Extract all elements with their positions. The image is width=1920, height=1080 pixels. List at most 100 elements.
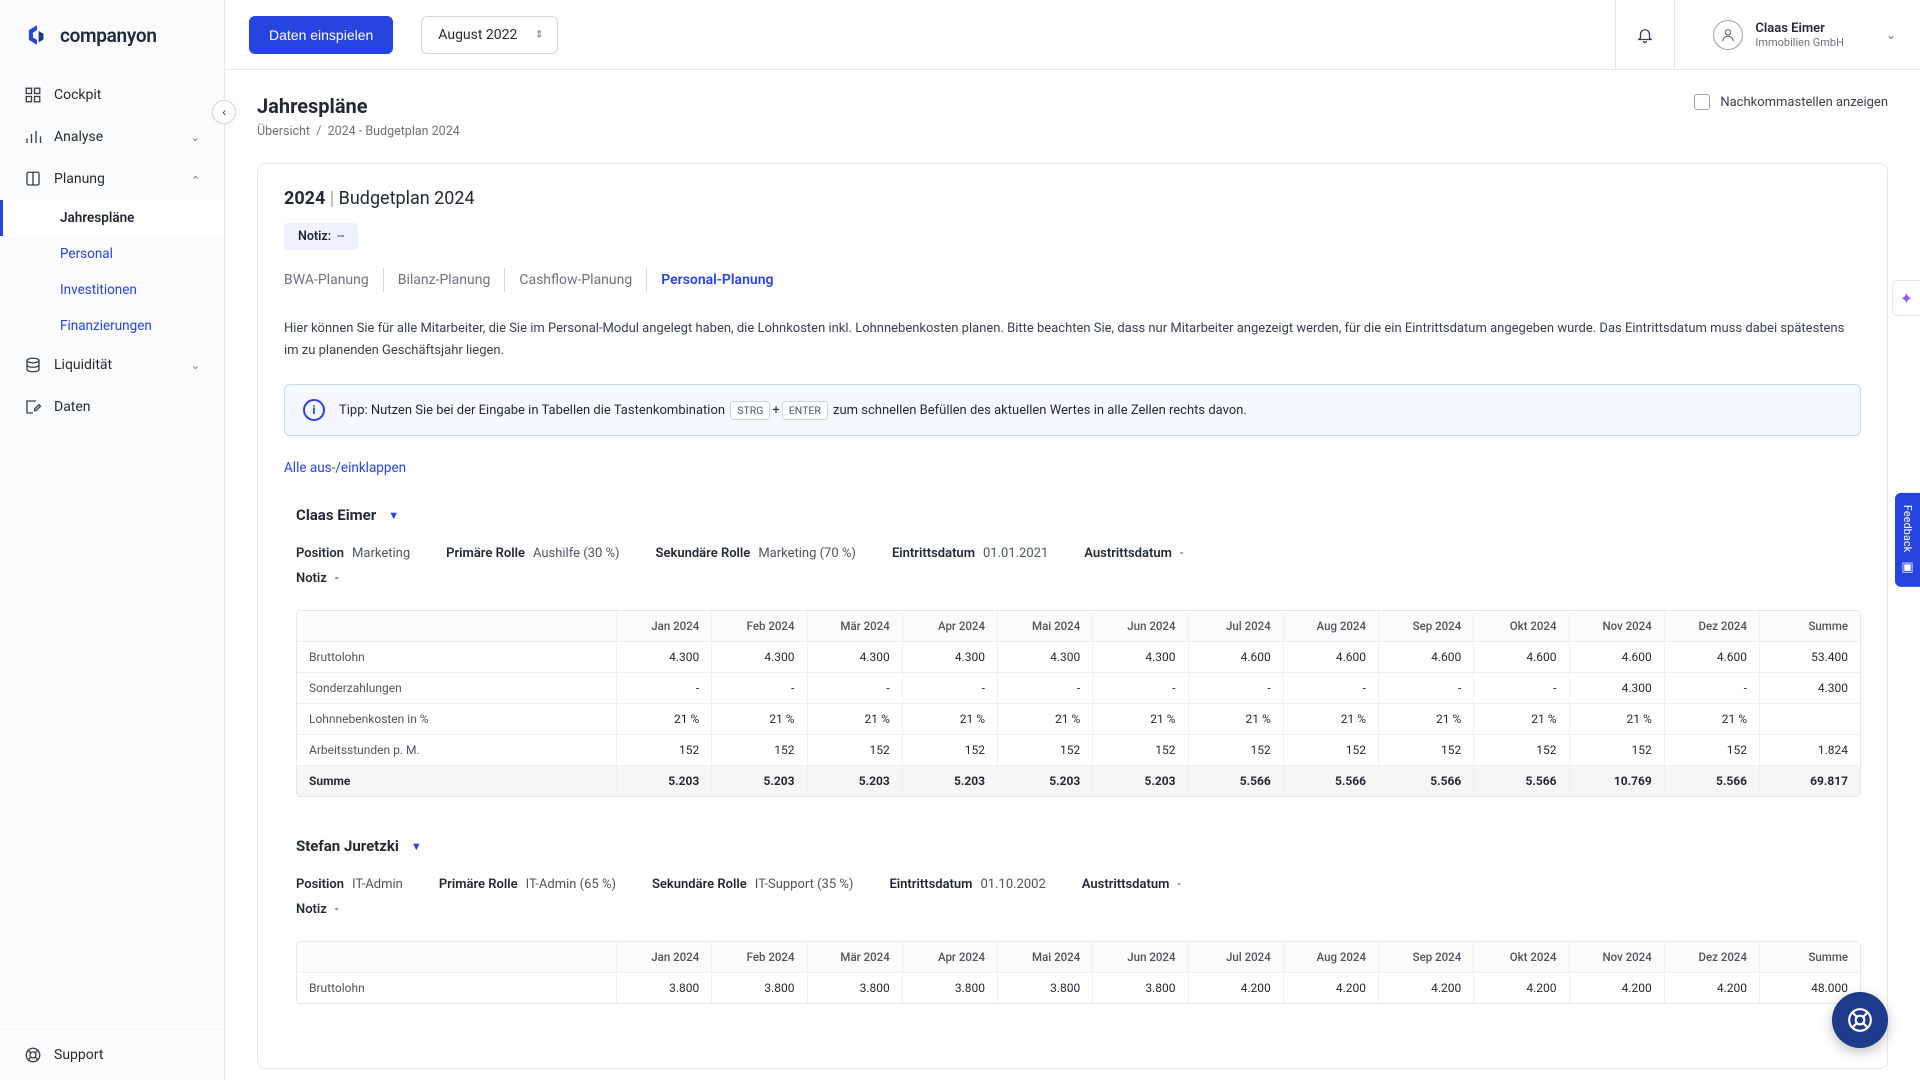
grid-cell[interactable]: 152	[1189, 735, 1284, 765]
grid-cell[interactable]: 4.300	[808, 642, 903, 672]
grid-cell[interactable]: 4.600	[1474, 642, 1569, 672]
tab-personal[interactable]: Personal-Planung	[647, 268, 787, 292]
import-data-button[interactable]: Daten einspielen	[249, 16, 393, 54]
nav-personal[interactable]: Personal	[0, 236, 224, 272]
grid-cell[interactable]: 4.200	[1665, 973, 1760, 1003]
grid-cell[interactable]: 4.600	[1570, 642, 1665, 672]
feedback-tab[interactable]: Feedback	[1895, 493, 1920, 587]
grid-cell[interactable]: 152	[998, 735, 1093, 765]
grid-cell[interactable]: 3.800	[712, 973, 807, 1003]
nav-daten[interactable]: Daten	[0, 386, 224, 428]
grid-cell[interactable]: 4.300	[998, 642, 1093, 672]
grid-cell[interactable]: 152	[1474, 735, 1569, 765]
grid-cell[interactable]: 4.600	[1665, 642, 1760, 672]
tab-bilanz[interactable]: Bilanz-Planung	[384, 268, 506, 292]
grid-cell[interactable]: 3.800	[1093, 973, 1188, 1003]
grid-cell[interactable]: -	[712, 673, 807, 703]
grid-cell[interactable]: 152	[808, 735, 903, 765]
grid-cell[interactable]: 4.300	[1093, 642, 1188, 672]
grid-cell[interactable]: 152	[1379, 735, 1474, 765]
grid-cell[interactable]: 4.300	[712, 642, 807, 672]
employee-toggle[interactable]: Stefan Juretzki▼	[284, 837, 1861, 855]
nav-liquiditaet[interactable]: Liquidität ⌄	[0, 344, 224, 386]
grid-cell[interactable]: 4.200	[1189, 973, 1284, 1003]
grid-cell[interactable]: 21 %	[903, 704, 998, 734]
user-company: Immobilien GmbH	[1755, 36, 1844, 49]
grid-cell[interactable]: 21 %	[1474, 704, 1569, 734]
grid-cell[interactable]: 21 %	[1284, 704, 1379, 734]
grid-cell[interactable]: 4.200	[1379, 973, 1474, 1003]
grid-cell[interactable]: 21 %	[808, 704, 903, 734]
user-menu[interactable]: Claas Eimer Immobilien GmbH ⌄	[1693, 20, 1896, 50]
grid-cell[interactable]: 152	[1665, 735, 1760, 765]
row-label: Bruttolohn	[297, 642, 617, 672]
grid-cell[interactable]: 4.600	[1189, 642, 1284, 672]
tab-cashflow[interactable]: Cashflow-Planung	[505, 268, 647, 292]
nav-finanzierungen[interactable]: Finanzierungen	[0, 308, 224, 344]
nav-analyse[interactable]: Analyse ⌄	[0, 116, 224, 158]
grid-cell[interactable]: 152	[903, 735, 998, 765]
month-header: Dez 2024	[1665, 942, 1760, 972]
nav-support[interactable]: Support	[0, 1029, 224, 1080]
grid-cell[interactable]: -	[1474, 673, 1569, 703]
content-scroll[interactable]: Jahrespläne Übersicht / 2024 - Budgetpla…	[225, 70, 1920, 1080]
grid-cell[interactable]: 21 %	[617, 704, 712, 734]
brand-logo[interactable]: companyon	[0, 0, 224, 68]
grid-cell[interactable]: 21 %	[998, 704, 1093, 734]
grid-cell[interactable]: 3.800	[808, 973, 903, 1003]
grid-cell[interactable]: 3.800	[617, 973, 712, 1003]
grid-cell[interactable]: 21 %	[1379, 704, 1474, 734]
period-selector[interactable]: August 2022	[421, 16, 558, 54]
grid-cell[interactable]: 3.800	[998, 973, 1093, 1003]
grid-cell[interactable]: -	[1665, 673, 1760, 703]
grid-cell[interactable]: 152	[712, 735, 807, 765]
grid-cell[interactable]: 21 %	[1570, 704, 1665, 734]
grid-cell[interactable]: 4.200	[1474, 973, 1569, 1003]
tab-bwa[interactable]: BWA-Planung	[284, 268, 384, 292]
grid-cell[interactable]: -	[903, 673, 998, 703]
nav-planung[interactable]: Planung ⌄	[0, 158, 224, 200]
grid-cell[interactable]: 4.300	[1570, 673, 1665, 703]
grid-cell[interactable]: -	[617, 673, 712, 703]
grid-cell[interactable]: 152	[1570, 735, 1665, 765]
grid-cell[interactable]: 21 %	[1665, 704, 1760, 734]
employee-block: Claas Eimer▼PositionMarketingPrimäre Rol…	[284, 506, 1861, 797]
decimals-checkbox[interactable]: Nachkommastellen anzeigen	[1694, 94, 1888, 110]
grid-cell[interactable]: 152	[617, 735, 712, 765]
grid-cell[interactable]: 21 %	[1189, 704, 1284, 734]
grid-cell[interactable]: 4.200	[1284, 973, 1379, 1003]
help-fab[interactable]	[1832, 992, 1888, 1048]
grid-cell[interactable]: 4.200	[1570, 973, 1665, 1003]
grid-cell[interactable]: 152	[1093, 735, 1188, 765]
grid-cell[interactable]: -	[1284, 673, 1379, 703]
row-label: Summe	[297, 766, 617, 796]
employee-toggle[interactable]: Claas Eimer▼	[284, 506, 1861, 524]
grid-cell[interactable]: -	[1379, 673, 1474, 703]
grid-cell[interactable]: 152	[1284, 735, 1379, 765]
plan-note[interactable]: Notiz: --	[284, 223, 358, 250]
grid-cell[interactable]: 4.600	[1379, 642, 1474, 672]
grid-cell[interactable]: 3.800	[903, 973, 998, 1003]
nav-cockpit[interactable]: Cockpit	[0, 74, 224, 116]
plan-tabs: BWA-Planung Bilanz-Planung Cashflow-Plan…	[284, 268, 1861, 292]
month-header: Okt 2024	[1474, 611, 1569, 641]
grid-cell[interactable]: -	[1093, 673, 1188, 703]
breadcrumb-root[interactable]: Übersicht	[257, 124, 310, 139]
grid-cell[interactable]: -	[808, 673, 903, 703]
nav-jahresplaene[interactable]: Jahrespläne	[0, 200, 224, 236]
grid-cell[interactable]: 4.300	[903, 642, 998, 672]
grid-cell[interactable]: 21 %	[712, 704, 807, 734]
chevron-up-icon: ⌄	[191, 173, 200, 186]
nav-investitionen[interactable]: Investitionen	[0, 272, 224, 308]
toggle-all-link[interactable]: Alle aus-/einklappen	[284, 460, 406, 476]
grid-cell[interactable]: -	[1189, 673, 1284, 703]
grid-cell[interactable]: 4.300	[617, 642, 712, 672]
row-total: 69.817	[1760, 766, 1860, 796]
grid-cell[interactable]: -	[998, 673, 1093, 703]
tip-box: i Tipp: Nutzen Sie bei der Eingabe in Ta…	[284, 384, 1861, 436]
ai-sparkle-button[interactable]: ✦	[1892, 280, 1920, 316]
employee-block: Stefan Juretzki▼PositionIT-AdminPrimäre …	[284, 837, 1861, 1004]
grid-cell[interactable]: 21 %	[1093, 704, 1188, 734]
notifications-button[interactable]	[1615, 0, 1675, 70]
grid-cell[interactable]: 4.600	[1284, 642, 1379, 672]
